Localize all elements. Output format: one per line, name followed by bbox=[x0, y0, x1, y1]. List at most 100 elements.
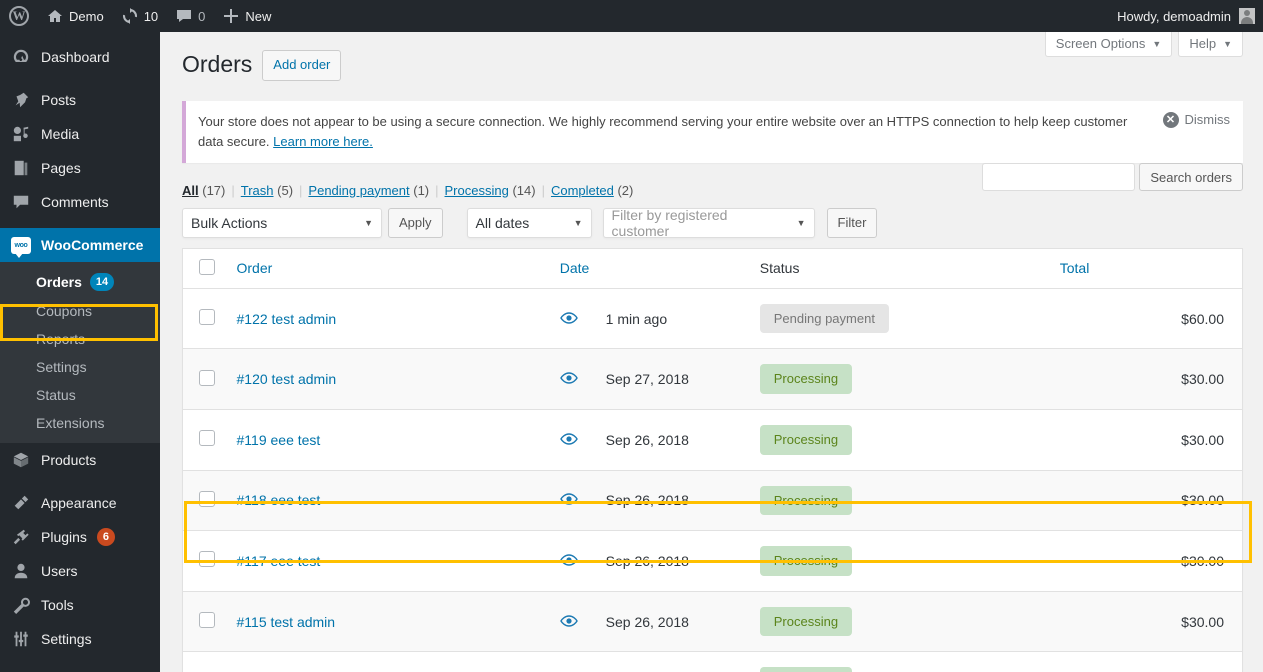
howdy-label[interactable]: Howdy, demoadmin bbox=[1117, 9, 1239, 24]
row-select-cell[interactable] bbox=[183, 288, 227, 349]
status-filter-label[interactable]: All bbox=[182, 183, 199, 198]
status-filter-trash[interactable]: Trash (5) bbox=[241, 183, 293, 198]
sidebar-item-status[interactable]: Status bbox=[0, 381, 160, 409]
column-header-date[interactable]: Date bbox=[549, 248, 750, 289]
learn-more-link[interactable]: Learn more here. bbox=[273, 134, 373, 149]
table-row[interactable]: #122 test admin 1 min ago Pending paymen… bbox=[182, 288, 1243, 349]
eye-icon[interactable] bbox=[559, 433, 578, 445]
status-badge: Processing bbox=[759, 424, 853, 455]
row-order-cell: #118 eee test bbox=[226, 469, 550, 531]
eye-icon[interactable] bbox=[559, 493, 578, 506]
order-link[interactable]: #115 test admin bbox=[237, 614, 336, 630]
status-filter-label[interactable]: Completed bbox=[551, 183, 614, 198]
sidebar-item-appearance[interactable]: Appearance bbox=[0, 486, 160, 520]
bulk-actions-select[interactable]: Bulk Actions ▼ bbox=[182, 207, 382, 238]
sidebar-item-settings[interactable]: Settings bbox=[0, 353, 160, 381]
sidebar-item-extensions[interactable]: Extensions bbox=[0, 409, 160, 437]
select-all-header[interactable] bbox=[182, 248, 227, 289]
row-checkbox[interactable] bbox=[199, 551, 215, 568]
date-filter-value: All dates bbox=[475, 214, 530, 231]
sidebar-separator bbox=[0, 219, 160, 228]
column-label: Status bbox=[759, 260, 800, 277]
woocommerce-submenu: Orders 14 Coupons Reports Settings Statu… bbox=[0, 262, 160, 443]
customer-filter-select[interactable]: Filter by registered customer ▼ bbox=[602, 207, 815, 239]
search-input[interactable] bbox=[982, 163, 1136, 191]
site-name-menu[interactable]: Demo bbox=[38, 0, 113, 32]
sidebar-item-media[interactable]: Media bbox=[0, 117, 160, 151]
sidebar-item-label: Settings bbox=[36, 359, 87, 375]
date-filter-select[interactable]: All dates ▼ bbox=[466, 207, 592, 238]
avatar-icon[interactable] bbox=[1239, 8, 1255, 24]
filter-button[interactable]: Filter bbox=[826, 207, 878, 238]
row-checkbox[interactable] bbox=[199, 430, 215, 447]
table-row[interactable]: #120 test admin Sep 27, 2018 Processing … bbox=[182, 348, 1243, 410]
column-header-order[interactable]: Order bbox=[226, 248, 550, 289]
sidebar-item-dashboard[interactable]: Dashboard bbox=[0, 40, 160, 74]
sidebar-item-users[interactable]: Users bbox=[0, 554, 160, 588]
order-link[interactable]: #119 eee test bbox=[237, 432, 321, 448]
eye-icon[interactable] bbox=[559, 372, 578, 384]
status-filter-processing[interactable]: Processing (14) bbox=[445, 183, 536, 198]
new-content-menu[interactable]: New bbox=[214, 0, 280, 32]
dismiss-notice-button[interactable]: ✕ Dismiss bbox=[1162, 111, 1230, 128]
comment-icon bbox=[176, 8, 192, 24]
sidebar-item-reports[interactable]: Reports bbox=[0, 325, 160, 353]
search-orders-button[interactable]: Search orders bbox=[1139, 163, 1243, 191]
sidebar-item-woocommerce[interactable]: woo WooCommerce bbox=[0, 228, 160, 262]
sidebar-item-pages[interactable]: Pages bbox=[0, 151, 160, 185]
eye-icon[interactable] bbox=[559, 614, 578, 627]
status-filter-label[interactable]: Trash bbox=[241, 183, 274, 198]
table-row[interactable]: #118 eee test Sep 26, 2018 Processing $3… bbox=[182, 469, 1243, 531]
filter-separator: | bbox=[541, 182, 545, 198]
table-row[interactable]: #115 test admin Sep 26, 2018 Processing … bbox=[182, 590, 1243, 652]
select-all-checkbox[interactable] bbox=[199, 258, 215, 275]
table-row[interactable]: #119 eee test Sep 26, 2018 Processing $3… bbox=[182, 408, 1243, 471]
updates-menu[interactable]: 10 bbox=[113, 0, 167, 32]
row-order-cell: #109 test admin bbox=[226, 651, 550, 672]
row-checkbox[interactable] bbox=[199, 490, 215, 507]
sidebar-item-orders[interactable]: Orders 14 bbox=[0, 267, 160, 297]
add-order-button[interactable]: Add order bbox=[262, 50, 342, 81]
row-checkbox[interactable] bbox=[199, 309, 215, 326]
row-select-cell[interactable] bbox=[182, 651, 227, 672]
sidebar-item-tools[interactable]: Tools bbox=[0, 588, 160, 622]
sidebar-item-settings[interactable]: Settings bbox=[0, 622, 160, 656]
row-select-cell[interactable] bbox=[182, 530, 227, 592]
comments-menu[interactable]: 0 bbox=[167, 0, 214, 32]
eye-icon[interactable] bbox=[559, 554, 578, 566]
status-filter-pending-payment[interactable]: Pending payment (1) bbox=[308, 183, 429, 198]
row-status-cell: Processing bbox=[749, 651, 1050, 672]
row-select-cell[interactable] bbox=[182, 408, 227, 471]
row-order-cell: #122 test admin bbox=[227, 288, 550, 349]
sidebar-item-posts[interactable]: Posts bbox=[0, 83, 160, 117]
sidebar-item-plugins[interactable]: Plugins 6 bbox=[0, 520, 160, 554]
order-link[interactable]: #117 eee test bbox=[237, 553, 321, 569]
order-link[interactable]: #120 test admin bbox=[237, 371, 337, 387]
column-header-total[interactable]: Total bbox=[1049, 248, 1243, 289]
status-filter-completed[interactable]: Completed (2) bbox=[551, 183, 633, 198]
order-link[interactable]: #118 eee test bbox=[237, 492, 321, 508]
row-checkbox[interactable] bbox=[199, 612, 215, 629]
row-date-cell: Sep 26, 2018 bbox=[549, 651, 750, 672]
sidebar-item-comments[interactable]: Comments bbox=[0, 185, 160, 219]
sidebar-item-coupons[interactable]: Coupons bbox=[0, 297, 160, 325]
row-select-cell[interactable] bbox=[182, 348, 227, 410]
new-label: New bbox=[245, 8, 272, 24]
status-filter-all[interactable]: All (17) bbox=[182, 183, 225, 198]
order-link[interactable]: #122 test admin bbox=[237, 311, 337, 327]
status-filter-label[interactable]: Processing bbox=[445, 183, 509, 198]
table-row[interactable]: #117 eee test Sep 26, 2018 Processing $3… bbox=[182, 530, 1243, 592]
status-filter-label[interactable]: Pending payment bbox=[308, 183, 409, 198]
sidebar-item-products[interactable]: Products bbox=[0, 443, 160, 477]
row-select-cell[interactable] bbox=[182, 590, 227, 652]
main-content: Screen Options ▼ Help ▼ Orders Add order… bbox=[160, 32, 1263, 672]
table-row[interactable]: #109 test admin Sep 26, 2018 Processing … bbox=[182, 651, 1243, 672]
wordpress-logo-menu[interactable] bbox=[0, 0, 38, 32]
apply-button[interactable]: Apply bbox=[388, 207, 443, 238]
row-select-cell[interactable] bbox=[182, 469, 227, 531]
screen-options-button[interactable]: Screen Options ▼ bbox=[1044, 32, 1173, 57]
eye-icon[interactable] bbox=[559, 311, 578, 324]
row-checkbox[interactable] bbox=[199, 369, 215, 386]
help-button[interactable]: Help ▼ bbox=[1178, 32, 1243, 57]
chevron-down-icon: ▼ bbox=[1223, 38, 1232, 49]
